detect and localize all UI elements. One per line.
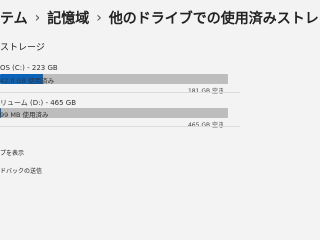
- used-label: 42.0 GB 使用済み: [0, 77, 55, 84]
- chevron-right-icon: ›: [96, 10, 102, 26]
- breadcrumb-item-system[interactable]: テム: [0, 8, 28, 28]
- drive-c[interactable]: OS (C:) - 223 GB 42.0 GB 使用済み 181 GB 空き: [0, 64, 236, 95]
- usage-bar: 99 MB 使用済み: [0, 108, 228, 118]
- page-title: 他のドライブでの使用済みストレ: [108, 11, 319, 27]
- breadcrumb-item-storage[interactable]: 記憶域: [47, 8, 89, 28]
- chevron-right-icon: ›: [34, 10, 41, 26]
- used-label: 99 MB 使用済み: [0, 111, 49, 118]
- drive-name: リューム (D:) - 465 GB: [0, 99, 77, 107]
- feedback-link[interactable]: ドバックの送信: [0, 166, 42, 175]
- section-title: ストレージ: [0, 43, 45, 53]
- free-label: 181 GB 空き: [0, 86, 236, 95]
- drive-name: OS (C:) - 223 GB: [0, 64, 58, 72]
- breadcrumb: テム › 記憶域 › 他のドライブでの使用済みストレ: [0, 8, 319, 28]
- divider: [0, 92, 240, 93]
- show-more-link[interactable]: プを表示: [0, 148, 24, 157]
- drive-d[interactable]: リューム (D:) - 465 GB 99 MB 使用済み 465 GB 空き: [0, 98, 236, 129]
- free-label: 465 GB 空き: [0, 120, 236, 129]
- usage-bar: 42.0 GB 使用済み: [0, 74, 228, 84]
- divider: [0, 126, 240, 127]
